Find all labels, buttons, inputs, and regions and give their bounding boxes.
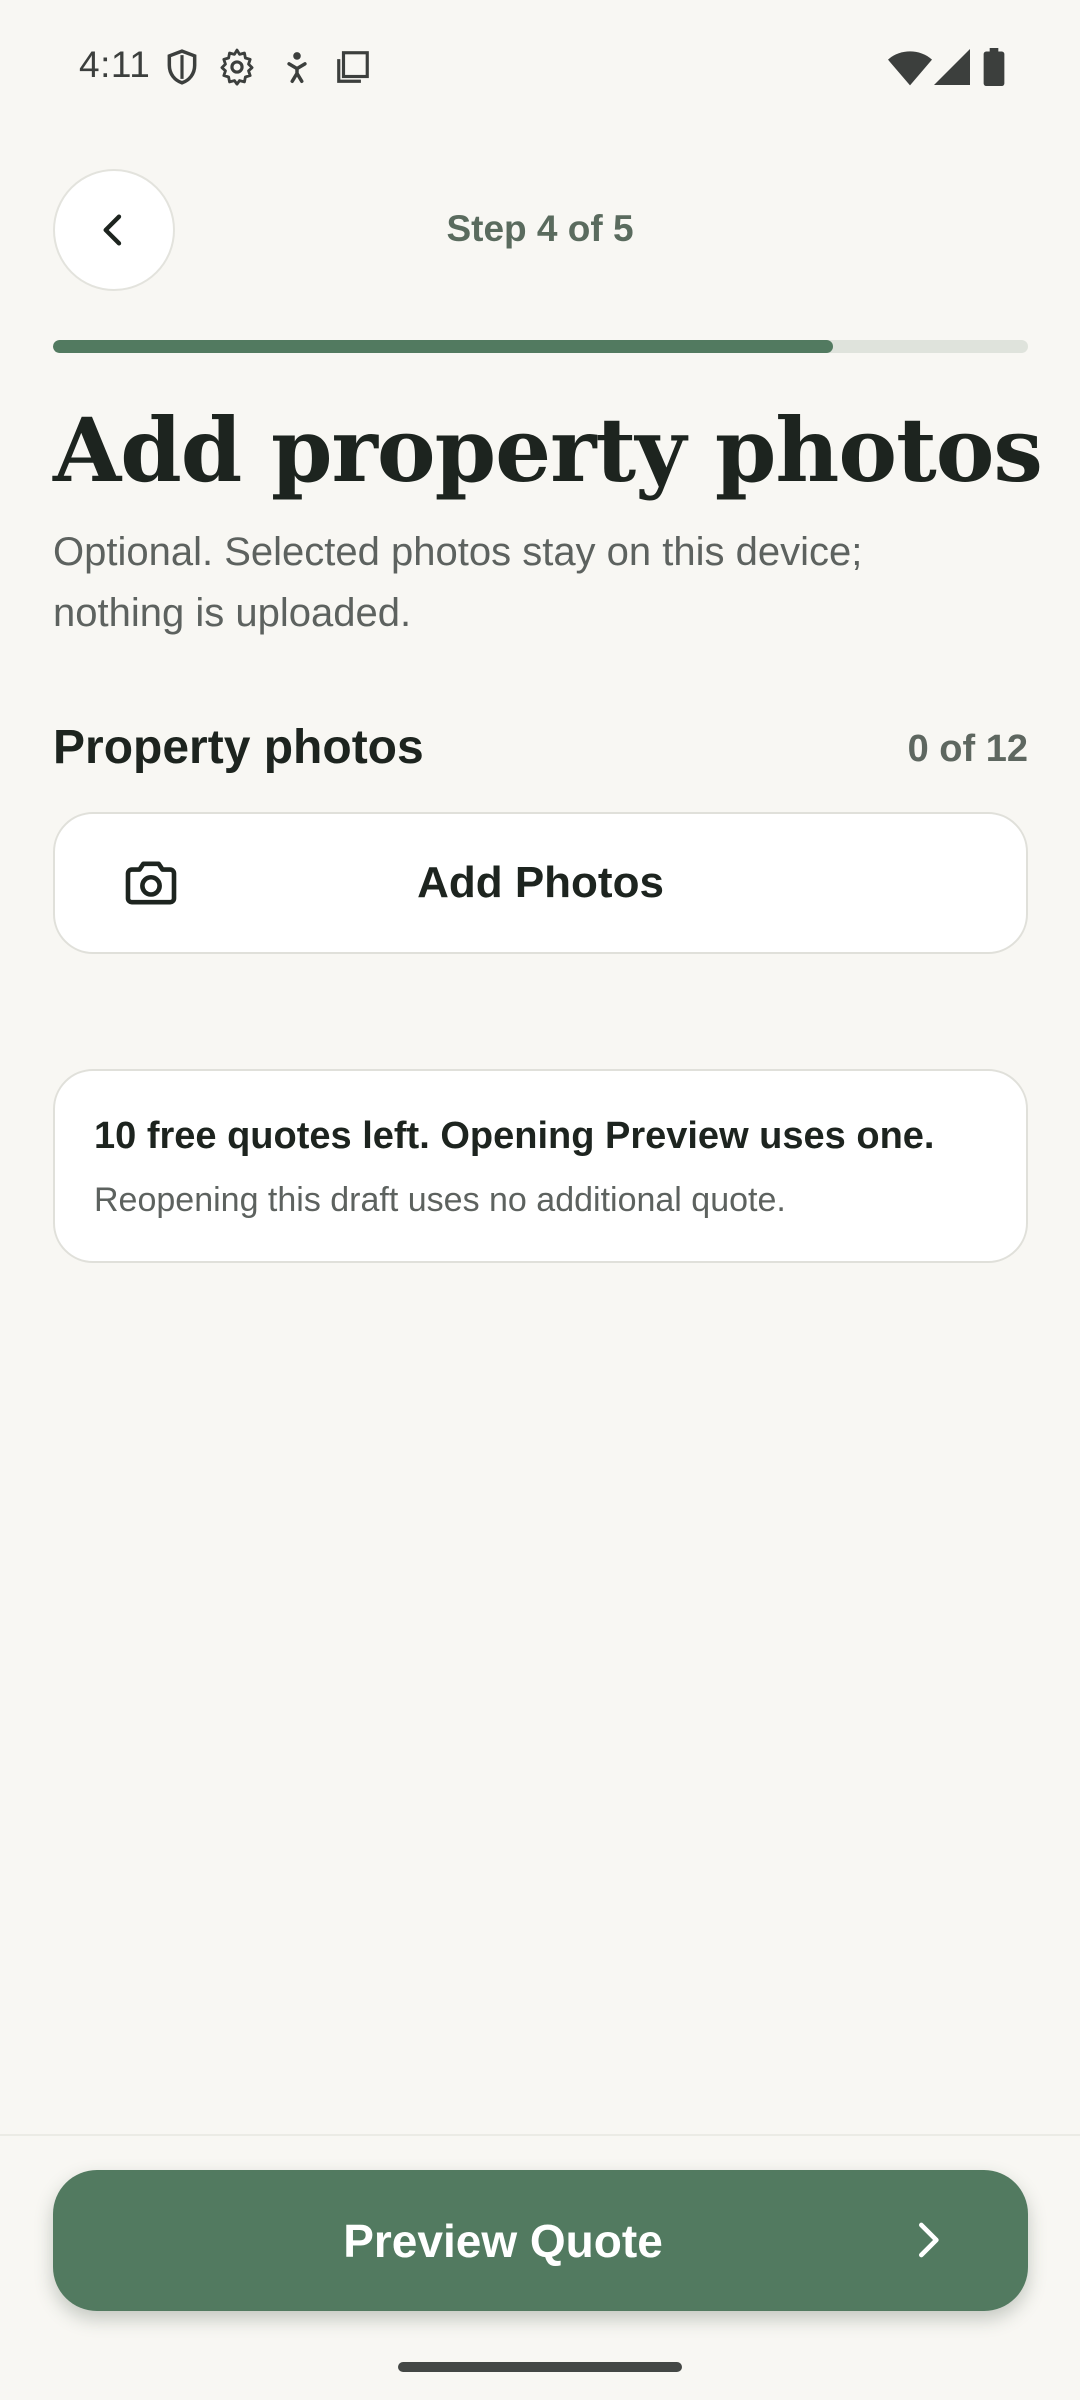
- shield-icon: [167, 49, 197, 85]
- screenshot-icon: [337, 51, 369, 83]
- quota-info-card: 10 free quotes left. Opening Preview use…: [53, 1069, 1028, 1263]
- status-bar: 4:11: [0, 0, 1080, 136]
- quota-note: Reopening this draft uses no additional …: [94, 1181, 786, 1219]
- quota-title: 10 free quotes left. Opening Preview use…: [94, 1115, 935, 1157]
- section-label-property-photos: Property photos: [53, 721, 424, 774]
- photo-count: 0 of 12: [907, 728, 1028, 770]
- add-photos-button[interactable]: Add Photos: [53, 812, 1028, 954]
- footer-divider: [0, 2134, 1080, 2136]
- status-time: 4:11: [79, 44, 151, 85]
- preview-quote-button[interactable]: Preview Quote: [53, 2170, 1028, 2311]
- gear-icon: [220, 48, 254, 86]
- accessibility-icon: [287, 52, 307, 83]
- add-photos-label: Add Photos: [417, 858, 664, 907]
- step-indicator: Step 4 of 5: [446, 208, 634, 249]
- progress-fill: [53, 340, 833, 353]
- preview-quote-label: Preview Quote: [343, 2215, 663, 2267]
- wifi-icon: [888, 51, 932, 86]
- page-title: Add property photos: [53, 398, 1043, 502]
- cellular-signal-icon: [934, 49, 970, 85]
- home-indicator[interactable]: [398, 2362, 682, 2372]
- battery-icon: [983, 48, 1005, 86]
- progress-bar: [53, 340, 1028, 353]
- chevron-right-icon: [919, 2222, 939, 2258]
- page-subtitle: Optional. Selected photos stay on this d…: [53, 530, 863, 635]
